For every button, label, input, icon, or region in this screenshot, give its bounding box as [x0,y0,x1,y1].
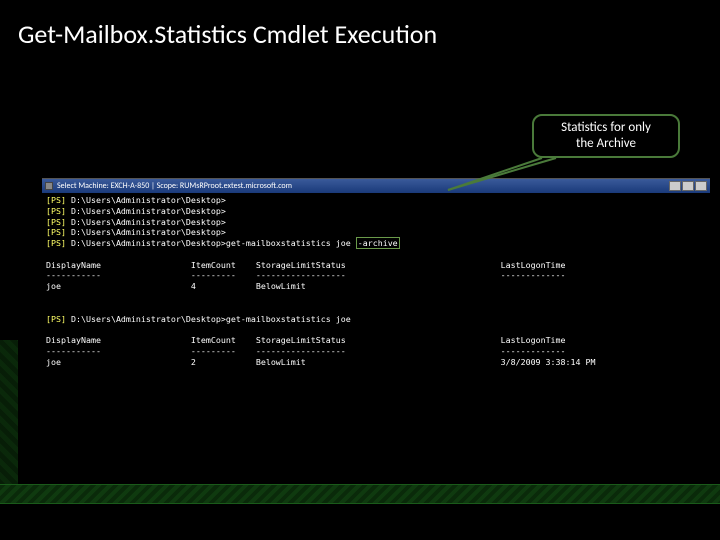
cmd1: get-mailboxstatistics joe [226,238,356,248]
app-icon [45,182,53,190]
r2-logon: 3/8/2009 3:38:14 PM [501,357,596,367]
maximize-button[interactable] [682,181,694,191]
callout-line2: the Archive [534,136,678,152]
path2: D:\Users\Administrator\Desktop> [71,206,226,216]
cmd2: get-mailboxstatistics joe [226,314,351,324]
dash4: ------------- [501,270,566,280]
callout-line1: Statistics for only [534,120,678,136]
callout-pointer [444,156,564,196]
r2-items: 2 [191,357,196,367]
path4: D:\Users\Administrator\Desktop> [71,227,226,237]
path5: D:\Users\Administrator\Desktop> [71,238,226,248]
archive-arg-highlight: -archive [356,237,400,249]
terminal-body[interactable]: [PS] D:\Users\Administrator\Desktop> [PS… [42,193,710,374]
col-displayname: DisplayName [46,260,101,270]
col-storagelimit: StorageLimitStatus [256,260,346,270]
dash6: --------- [191,346,236,356]
path1: D:\Users\Administrator\Desktop> [71,195,226,205]
path3: D:\Users\Administrator\Desktop> [71,217,226,227]
ps-prompt: [PS] [46,238,66,248]
minimize-button[interactable] [669,181,681,191]
window-titlebar: Select Machine: EXCH-A-850 | Scope: RUMs… [42,179,710,193]
dash5: ----------- [46,346,101,356]
callout-box: Statistics for only the Archive [532,114,680,158]
dash3: ------------------ [256,270,346,280]
footer-stripe [0,484,720,504]
r1-status: BelowLimit [256,281,306,291]
left-stripe-decor [0,340,18,500]
ps-prompt: [PS] [46,217,66,227]
ps-prompt: [PS] [46,227,66,237]
dash8: ------------- [501,346,566,356]
col-itemcount2: ItemCount [191,335,236,345]
col-storagelimit2: StorageLimitStatus [256,335,346,345]
r1-name: joe [46,281,61,291]
ps-prompt: [PS] [46,314,66,324]
col-lastlogon: LastLogonTime [501,260,566,270]
window-title-text: Select Machine: EXCH-A-850 | Scope: RUMs… [57,181,292,191]
terminal-window: Select Machine: EXCH-A-850 | Scope: RUMs… [42,178,710,374]
slide-title: Get-Mailbox.Statistics Cmdlet Execution [0,0,720,50]
r2-status: BelowLimit [256,357,306,367]
col-displayname2: DisplayName [46,335,101,345]
r1-items: 4 [191,281,196,291]
close-button[interactable] [695,181,707,191]
dash2: --------- [191,270,236,280]
dash7: ------------------ [256,346,346,356]
ps-prompt: [PS] [46,206,66,216]
col-lastlogon2: LastLogonTime [501,335,566,345]
path6: D:\Users\Administrator\Desktop> [71,314,226,324]
col-itemcount: ItemCount [191,260,236,270]
r2-name: joe [46,357,61,367]
ps-prompt: [PS] [46,195,66,205]
dash1: ----------- [46,270,101,280]
